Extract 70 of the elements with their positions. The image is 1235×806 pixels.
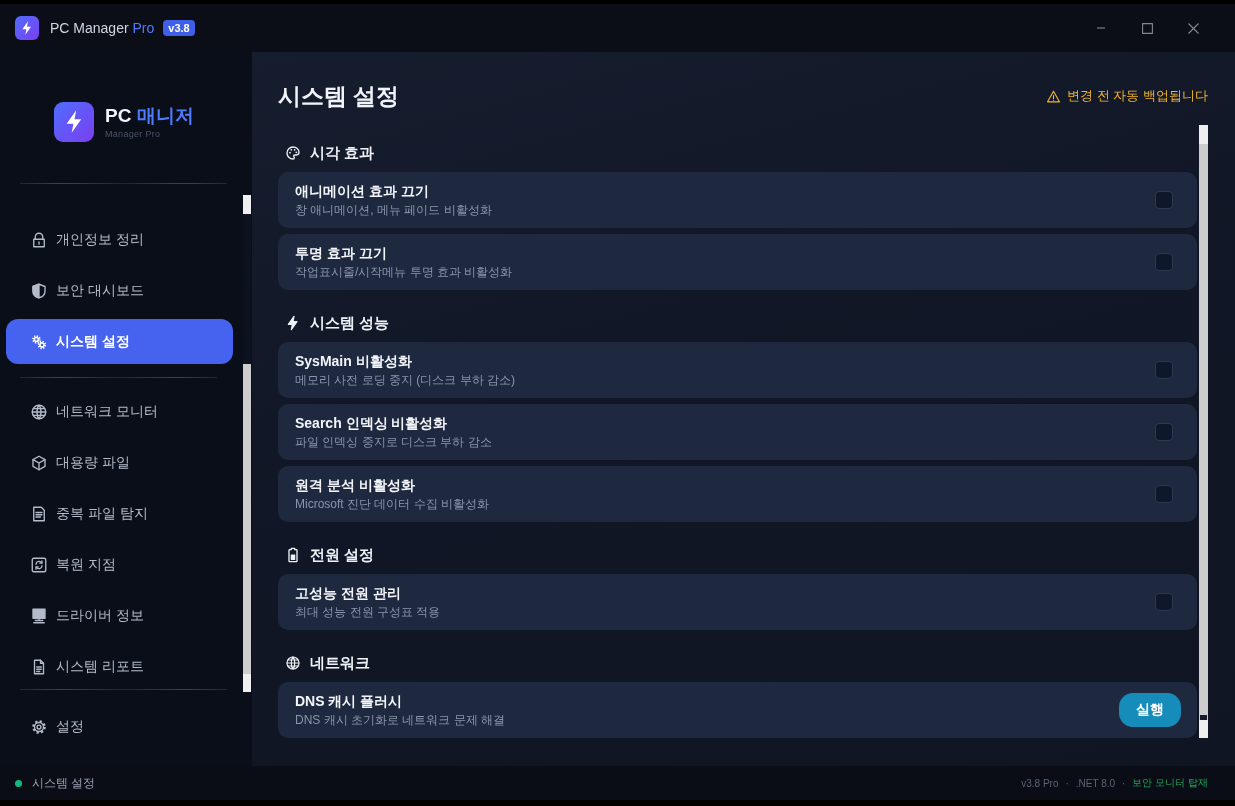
- checkbox[interactable]: [1155, 253, 1173, 271]
- nav-item[interactable]: 드라이버 정보: [6, 593, 233, 638]
- settings-icon: [30, 717, 48, 736]
- palette-icon: [285, 145, 301, 161]
- filelist-icon: [30, 504, 48, 523]
- checkbox[interactable]: [1155, 485, 1173, 503]
- page-title: 시스템 설정: [278, 81, 400, 111]
- nav-item[interactable]: 네트워크 모니터: [6, 389, 233, 434]
- scrollbar[interactable]: [1199, 125, 1208, 738]
- setting-description: DNS 캐시 초기화로 네트워크 문제 해결: [295, 712, 506, 728]
- refresh-icon: [30, 555, 48, 574]
- setting-title: 원격 분석 비활성화: [295, 476, 416, 494]
- checkbox[interactable]: [1155, 593, 1173, 611]
- minimize-icon: [1097, 27, 1105, 29]
- setting-description: 파일 인덱싱 중지로 디스크 부하 감소: [295, 434, 493, 450]
- logo-icon: [15, 16, 39, 40]
- setting-title: 고성능 전원 관리: [295, 584, 402, 602]
- logo-icon: [54, 101, 94, 142]
- setting-description: 메모리 사전 로딩 중지 (디스크 부하 감소): [295, 372, 516, 388]
- setting-title: Search 인덱싱 비활성화: [295, 414, 449, 432]
- checkbox[interactable]: [1155, 423, 1173, 441]
- setting-title: DNS 캐시 플러시: [295, 692, 404, 710]
- shield-icon: [30, 281, 48, 300]
- section-title: 시각 효과: [310, 143, 375, 163]
- gears-icon: [30, 332, 48, 351]
- status-dot-icon: [15, 779, 22, 787]
- nav-item[interactable]: 대용량 파일: [6, 440, 233, 485]
- setting-description: Microsoft 진단 데이터 수집 비활성화: [295, 496, 490, 512]
- separator-dot: ·: [1065, 777, 1069, 789]
- app-title: PC Manager Pro: [50, 20, 155, 36]
- battery-icon: [285, 547, 301, 563]
- globe-icon: [30, 402, 48, 421]
- close-icon: [1187, 22, 1199, 34]
- nav-item[interactable]: 보안 대시보드: [6, 268, 233, 313]
- nav-item[interactable]: 개인정보 정리: [6, 217, 233, 262]
- scrollbar-thumb[interactable]: [243, 214, 251, 364]
- lock-icon: [30, 230, 48, 249]
- run-button[interactable]: 실행: [1119, 693, 1181, 727]
- nav-item[interactable]: 시스템 설정: [6, 319, 233, 364]
- status-info: .NET 8.0: [1075, 777, 1116, 789]
- checkbox[interactable]: [1155, 191, 1173, 209]
- lightning-icon: [285, 315, 301, 331]
- checkbox[interactable]: [1155, 361, 1173, 379]
- globe-icon: [285, 655, 301, 671]
- separator-dot: ·: [1122, 777, 1126, 789]
- nav-item[interactable]: 시스템 리포트: [6, 644, 233, 689]
- box-icon: [30, 453, 48, 472]
- setting-title: SysMain 비활성화: [295, 352, 413, 370]
- setting-description: 창 애니메이션, 메뉴 페이드 비활성화: [295, 202, 493, 218]
- status-info: v3.8 Pro: [1021, 777, 1059, 789]
- brand-subtitle: Manager Pro: [105, 128, 162, 139]
- status-text: 시스템 설정: [32, 774, 96, 792]
- backup-notice: 변경 전 자동 백업됩니다: [1067, 87, 1208, 105]
- section-title: 전원 설정: [310, 545, 375, 565]
- section-title: 시스템 성능: [310, 313, 390, 333]
- warning-icon: [1046, 88, 1062, 104]
- setting-title: 투명 효과 끄기: [295, 244, 388, 262]
- version-badge: v3.8: [163, 20, 195, 36]
- setting-title: 애니메이션 효과 끄기: [295, 182, 430, 200]
- maximize-icon: [1141, 22, 1153, 34]
- feature-label: 보안 모니터 탑재: [1132, 776, 1208, 790]
- brand-name: PC 매니저: [105, 104, 194, 127]
- nav-item[interactable]: 중복 파일 탐지: [6, 491, 233, 536]
- scrollbar-thumb[interactable]: [1200, 715, 1207, 720]
- nav-item[interactable]: 복원 지점: [6, 542, 233, 587]
- setting-description: 작업표시줄/시작메뉴 투명 효과 비활성화: [295, 264, 514, 280]
- monitor-icon: [30, 606, 48, 625]
- setting-description: 최대 성능 전원 구성표 적용: [295, 604, 442, 620]
- section-title: 네트워크: [310, 653, 370, 673]
- nav-item[interactable]: 설정: [6, 704, 233, 749]
